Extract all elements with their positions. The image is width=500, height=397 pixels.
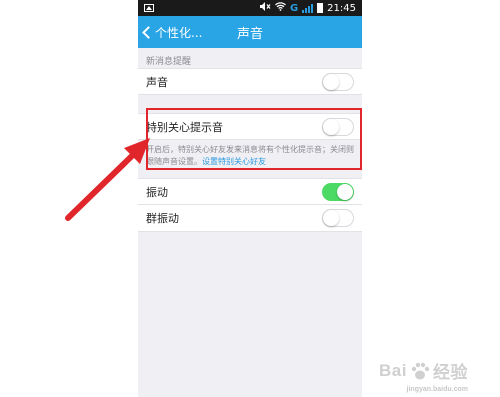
setting-row-vibrate[interactable]: 振动	[138, 178, 362, 205]
group-vibrate-toggle[interactable]	[322, 209, 354, 227]
help-text: 开启后，特别关心好友发来消息将有个性化提示音；关闭则跟随声音设置。设置特别关心好…	[138, 140, 362, 170]
nav-bar: 个性化... 声音	[138, 16, 362, 48]
back-button[interactable]: 个性化...	[138, 24, 202, 41]
paw-logo-icon	[411, 362, 430, 379]
chevron-left-icon	[142, 25, 155, 39]
setting-row-special-care-tone[interactable]: 特别关心提示音	[138, 113, 362, 140]
signal-icon	[302, 3, 314, 13]
mute-icon	[259, 2, 271, 14]
section-header: 新消息提醒	[146, 57, 192, 67]
watermark-url: jingyan.baidu.com	[406, 386, 468, 393]
watermark-brand-left: Bai	[379, 360, 407, 380]
phone-screen: G 21:45 个性化... 声音 新消息提醒 声音 特别关心提示音 开启后，特…	[138, 0, 362, 397]
setting-label-group-vibrate: 群振动	[146, 212, 179, 225]
baidu-jingyan-watermark: Bai 经验 jingyan.baidu.com	[379, 358, 468, 394]
special-care-friends-link[interactable]: 设置特别关心好友	[202, 157, 266, 166]
setting-row-sound[interactable]: 声音	[138, 68, 362, 95]
setting-label-sound: 声音	[146, 75, 168, 89]
back-label: 个性化...	[155, 25, 203, 40]
network-type: G	[289, 2, 299, 14]
watermark-brand-right: 经验	[433, 363, 468, 382]
battery-icon	[317, 3, 324, 13]
special-care-tone-toggle[interactable]	[322, 117, 354, 136]
status-bar: G 21:45	[138, 0, 362, 16]
setting-row-group-vibrate[interactable]: 群振动	[138, 205, 362, 232]
wifi-icon	[275, 2, 286, 14]
setting-label-special-care-tone: 特别关心提示音	[146, 120, 223, 134]
image-notification-icon	[144, 4, 154, 12]
vibrate-toggle[interactable]	[322, 182, 354, 201]
setting-label-vibrate: 振动	[146, 185, 168, 199]
clock: 21:45	[327, 2, 356, 14]
sound-toggle[interactable]	[322, 72, 354, 91]
